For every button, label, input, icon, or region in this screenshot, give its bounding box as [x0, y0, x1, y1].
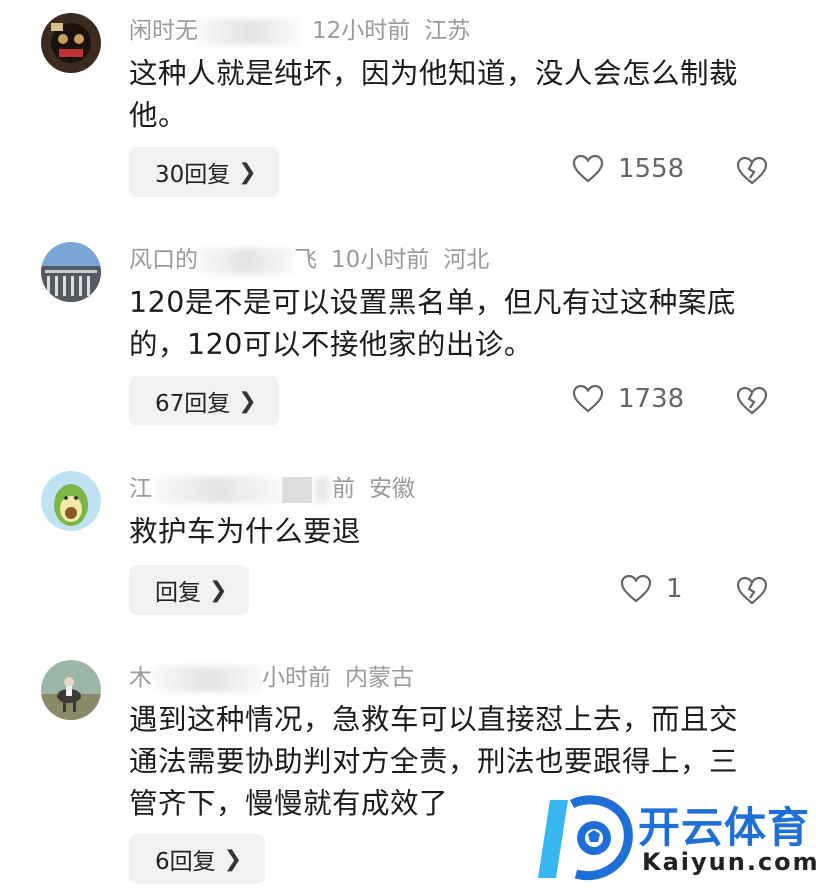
- chevron-right-icon: ❯: [223, 846, 243, 872]
- broken-heart-icon: [736, 156, 768, 185]
- comment-text: 这种人就是纯坏，因为他知道，没人会怎么制裁 他。: [129, 53, 779, 137]
- comment-meta: 闲时无 12小时前 江苏: [129, 16, 470, 46]
- comment-text-line: 他。: [129, 99, 188, 132]
- avatar[interactable]: [41, 13, 101, 73]
- avatar[interactable]: [41, 242, 101, 302]
- timestamp: 12小时前: [312, 18, 411, 44]
- heart-icon: [572, 384, 604, 413]
- timestamp: 10小时前: [331, 247, 430, 273]
- location: 内蒙古: [345, 665, 414, 691]
- like-button[interactable]: 1: [620, 574, 683, 604]
- chevron-right-icon: ❯: [209, 577, 228, 603]
- like-count: 1738: [618, 384, 685, 414]
- reply-button[interactable]: 6回复 ❯: [129, 834, 265, 884]
- reply-button[interactable]: 30回复 ❯: [129, 147, 279, 197]
- heart-icon: [572, 154, 604, 183]
- comment-text-line: 120是不是可以设置黑名单，但凡有过这种案底: [129, 286, 736, 319]
- comment-text-line: 这种人就是纯坏，因为他知道，没人会怎么制裁: [129, 57, 739, 90]
- comment-text: 救护车为什么要退: [129, 511, 779, 553]
- kaiyun-logo-icon: [538, 795, 633, 881]
- chevron-right-icon: ❯: [238, 388, 257, 414]
- username[interactable]: 闲时无: [129, 18, 198, 44]
- comment-text: 120是不是可以设置黑名单，但凡有过这种案底 的，120可以不接他家的出诊。: [129, 282, 779, 366]
- comment-text-line: 的，120可以不接他家的出诊。: [129, 328, 533, 361]
- watermark-text-cn: 开云体育: [638, 803, 811, 852]
- comment-meta: 风口的飞 10小时前 河北: [129, 245, 489, 275]
- like-button[interactable]: 1558: [572, 154, 684, 184]
- comment-text-line: 救护车为什么要退: [129, 515, 362, 548]
- broken-heart-icon: [736, 386, 768, 415]
- like-button[interactable]: 1738: [572, 384, 684, 414]
- username[interactable]: 江: [129, 476, 152, 502]
- reply-label: 67回复: [155, 391, 231, 417]
- avatar[interactable]: [41, 471, 101, 531]
- username[interactable]: 风口的飞: [129, 247, 317, 274]
- timestamp: 小时前: [262, 665, 331, 691]
- like-count: 1558: [618, 154, 685, 184]
- reply-label: 6回复: [155, 849, 216, 875]
- timestamp: 前: [332, 476, 355, 502]
- comment-meta: 江 前安徽: [129, 474, 415, 504]
- comment-text-line: 通法需要协助判对方全责，刑法也要跟得上，三: [129, 745, 739, 778]
- reply-label: 回复: [155, 580, 201, 606]
- watermark-logo: 开云体育 Kaiyun.com: [532, 790, 816, 890]
- location: 江苏: [424, 18, 471, 44]
- dislike-button[interactable]: [736, 386, 768, 420]
- comment-text-line: 遇到这种情况，急救车可以直接怼上去，而且交: [129, 703, 739, 736]
- heart-icon: [620, 574, 652, 603]
- broken-heart-icon: [736, 576, 768, 605]
- reply-label: 30回复: [155, 162, 231, 188]
- comment-meta: 木 小时前 内蒙古: [129, 663, 414, 693]
- location: 安徽: [369, 476, 415, 502]
- location: 河北: [443, 247, 490, 273]
- dislike-button[interactable]: [736, 576, 768, 610]
- watermark-text-en: Kaiyun.com: [642, 848, 816, 876]
- username[interactable]: 木: [129, 665, 152, 691]
- reply-button[interactable]: 67回复 ❯: [129, 376, 279, 426]
- avatar[interactable]: [41, 660, 101, 720]
- reply-button[interactable]: 回复 ❯: [129, 565, 249, 615]
- dislike-button[interactable]: [736, 156, 768, 190]
- chevron-right-icon: ❯: [238, 159, 257, 185]
- like-count: 1: [666, 574, 683, 604]
